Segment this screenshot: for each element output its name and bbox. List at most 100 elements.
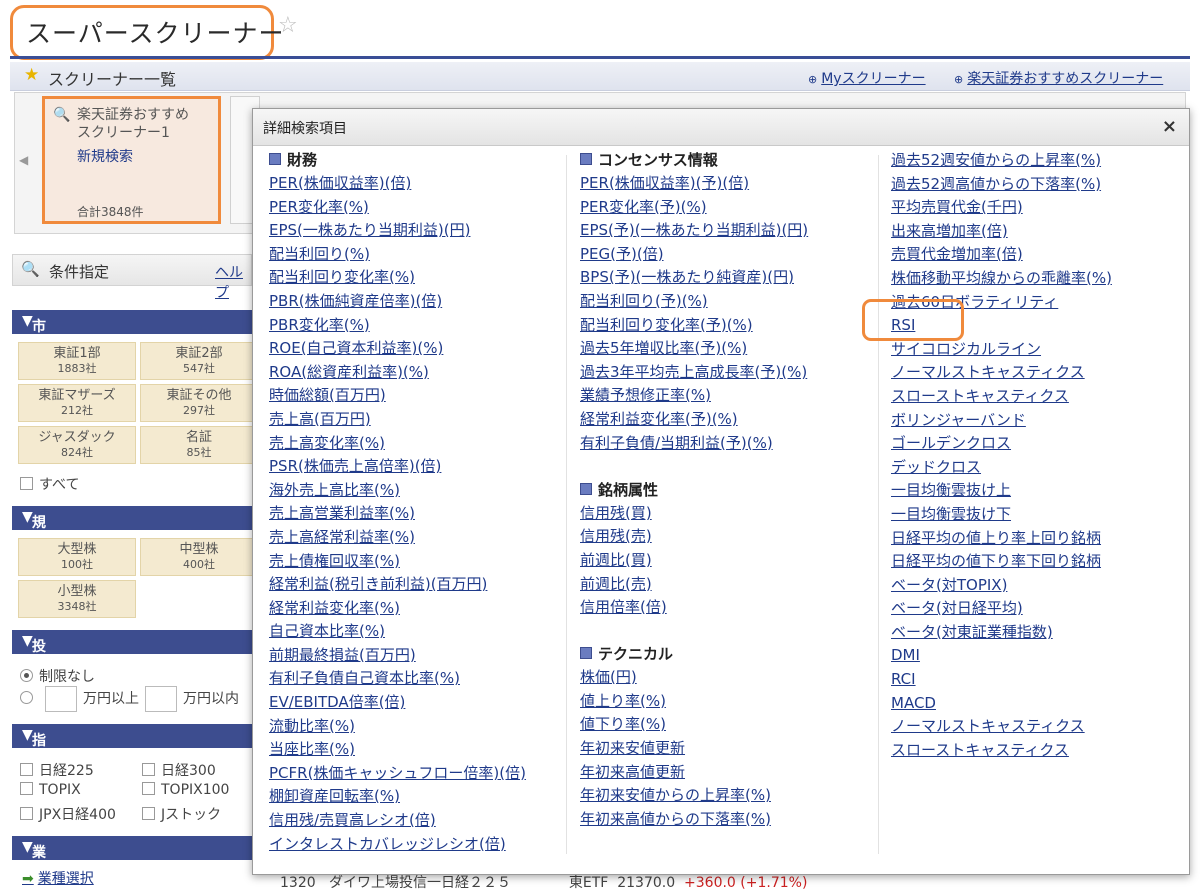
index-checkbox[interactable]: JPX日経400 bbox=[20, 804, 116, 824]
max-amount-input[interactable] bbox=[145, 686, 177, 712]
search-item-link[interactable]: 年初来高値更新 bbox=[580, 761, 870, 785]
checkbox[interactable] bbox=[142, 763, 155, 776]
scale-cell[interactable]: 大型株 100社 bbox=[18, 538, 136, 576]
search-item-link[interactable]: PSR(株価売上高倍率)(倍) bbox=[269, 455, 564, 479]
search-item-link[interactable]: PCFR(株価キャッシュフロー倍率)(倍) bbox=[269, 762, 564, 786]
search-item-link[interactable]: PER変化率(予)(%) bbox=[580, 196, 870, 220]
search-item-link[interactable]: デッドクロス bbox=[891, 456, 1181, 480]
search-item-link[interactable]: 売上高営業利益率(%) bbox=[269, 502, 564, 526]
search-item-link[interactable]: 一目均衡雲抜け上 bbox=[891, 479, 1181, 503]
my-screener-link[interactable]: ⊕ Myスクリーナー bbox=[808, 68, 926, 88]
search-item-link[interactable]: 売買代金増加率(倍) bbox=[891, 243, 1181, 267]
search-item-link[interactable]: ROA(総資産利益率)(%) bbox=[269, 361, 564, 385]
search-item-link[interactable]: DMI bbox=[891, 644, 1181, 668]
search-item-link[interactable]: 前週比(売) bbox=[580, 573, 870, 597]
search-item-link[interactable]: PBR変化率(%) bbox=[269, 314, 564, 338]
search-item-link[interactable]: 売上高経常利益率(%) bbox=[269, 526, 564, 550]
min-amount-input[interactable] bbox=[45, 686, 77, 712]
search-item-link[interactable]: 配当利回り変化率(%) bbox=[269, 266, 564, 290]
checkbox[interactable] bbox=[142, 782, 155, 795]
help-link[interactable]: ヘルプ bbox=[215, 262, 251, 302]
search-item-link[interactable]: 棚卸資産回転率(%) bbox=[269, 785, 564, 809]
search-item-link[interactable]: 前週比(買) bbox=[580, 549, 870, 573]
market-all-checkbox[interactable]: すべて bbox=[20, 474, 79, 494]
search-item-link[interactable]: 経常利益(税引き前利益)(百万円) bbox=[269, 573, 564, 597]
index-checkbox[interactable]: 日経300 bbox=[142, 760, 216, 780]
search-item-link[interactable]: 有利子負債/当期利益(予)(%) bbox=[580, 432, 870, 456]
search-item-link[interactable]: EV/EBITDA倍率(倍) bbox=[269, 691, 564, 715]
industry-section-header[interactable]: ▼ 業種 bbox=[12, 836, 252, 881]
market-cell[interactable]: 東証その他 297社 bbox=[140, 384, 258, 422]
search-item-link[interactable]: PBR(株価純資産倍率)(倍) bbox=[269, 290, 564, 314]
result-row[interactable]: 1320 ダイワ上場投信一日経２２５ 東ETF 21370.0 +360.0 (… bbox=[280, 872, 807, 892]
range-radio[interactable]: 万円以上 万円以内 bbox=[20, 686, 239, 712]
search-item-link[interactable]: スローストキャスティクス bbox=[891, 739, 1181, 763]
checkbox[interactable] bbox=[20, 763, 33, 776]
search-item-link[interactable]: 平均売買代金(千円) bbox=[891, 196, 1181, 220]
search-item-link[interactable]: 経常利益変化率(%) bbox=[269, 597, 564, 621]
market-cell[interactable]: ジャスダック 824社 bbox=[18, 426, 136, 464]
search-item-link[interactable]: 経常利益変化率(予)(%) bbox=[580, 408, 870, 432]
new-search-link[interactable]: 新規検索 bbox=[77, 146, 133, 166]
search-item-link[interactable]: 信用残/売買高レシオ(倍) bbox=[269, 809, 564, 833]
industry-select-link[interactable]: ➡ 業種選択 bbox=[22, 868, 94, 888]
search-item-link[interactable]: 出来高増加率(倍) bbox=[891, 220, 1181, 244]
search-item-link[interactable]: 信用残(売) bbox=[580, 525, 870, 549]
search-item-link[interactable]: 年初来安値更新 bbox=[580, 737, 870, 761]
search-item-link[interactable]: 売上高(百万円) bbox=[269, 408, 564, 432]
search-item-link[interactable]: 当座比率(%) bbox=[269, 738, 564, 762]
search-item-link[interactable]: PER(株価収益率)(予)(倍) bbox=[580, 172, 870, 196]
search-item-link[interactable]: 信用残(買) bbox=[580, 502, 870, 526]
no-limit-radio[interactable]: 制限なし bbox=[20, 666, 95, 686]
index-checkbox[interactable]: TOPIX100 bbox=[142, 782, 229, 798]
index-section-header[interactable]: ▼ 指数採用銘柄 bbox=[12, 724, 252, 849]
scale-cell[interactable]: 小型株 3348社 bbox=[18, 580, 136, 618]
search-item-link[interactable]: 値下り率(%) bbox=[580, 713, 870, 737]
market-cell[interactable]: 東証1部 1883社 bbox=[18, 342, 136, 380]
index-checkbox[interactable]: TOPIX bbox=[20, 782, 81, 798]
radio-button[interactable] bbox=[20, 691, 33, 704]
search-item-link[interactable]: MACD bbox=[891, 692, 1181, 716]
search-item-link[interactable]: ゴールデンクロス bbox=[891, 432, 1181, 456]
scale-cell[interactable]: 中型株 400社 bbox=[140, 538, 258, 576]
search-item-link[interactable]: 株価(円) bbox=[580, 666, 870, 690]
search-item-link[interactable]: 日経平均の値上り率上回り銘柄 bbox=[891, 527, 1181, 551]
search-item-link[interactable]: 有利子負債自己資本比率(%) bbox=[269, 667, 564, 691]
search-item-link[interactable]: 流動比率(%) bbox=[269, 715, 564, 739]
search-item-link[interactable]: スローストキャスティクス bbox=[891, 385, 1181, 409]
search-item-link[interactable]: 海外売上高比率(%) bbox=[269, 479, 564, 503]
favorite-star-icon[interactable]: ☆ bbox=[278, 13, 298, 38]
screener-card[interactable]: 🔍 楽天証券おすすめ スクリーナー1 新規検索 合計3848件 bbox=[42, 96, 221, 224]
stock-name[interactable]: ダイワ上場投信一日経２２５ bbox=[329, 875, 511, 891]
industry-select-label[interactable]: 業種選択 bbox=[38, 871, 94, 887]
search-item-link[interactable]: インタレストカバレッジレシオ(倍) bbox=[269, 833, 564, 857]
my-screener-link-text[interactable]: Myスクリーナー bbox=[821, 71, 925, 87]
scale-section-header[interactable]: ▼ 規模 bbox=[12, 506, 252, 551]
search-item-link[interactable]: 年初来高値からの下落率(%) bbox=[580, 808, 870, 832]
search-item-link[interactable]: RCI bbox=[891, 668, 1181, 692]
search-item-link[interactable]: EPS(一株あたり当期利益)(円) bbox=[269, 219, 564, 243]
search-item-link[interactable]: 売上高変化率(%) bbox=[269, 432, 564, 456]
market-section-header[interactable]: ▼ 市場 bbox=[12, 310, 252, 355]
search-item-link[interactable]: 前期最終損益(百万円) bbox=[269, 644, 564, 668]
market-cell[interactable]: 東証マザーズ 212社 bbox=[18, 384, 136, 422]
search-item-link[interactable]: 株価移動平均線からの乖離率(%) bbox=[891, 267, 1181, 291]
radio-button[interactable] bbox=[20, 669, 33, 682]
search-item-link[interactable]: 自己資本比率(%) bbox=[269, 620, 564, 644]
search-item-link[interactable]: EPS(予)(一株あたり当期利益)(円) bbox=[580, 219, 870, 243]
search-item-link[interactable]: ベータ(対TOPIX) bbox=[891, 574, 1181, 598]
search-item-link[interactable]: ベータ(対東証業種指数) bbox=[891, 621, 1181, 645]
search-item-link[interactable]: 配当利回り変化率(予)(%) bbox=[580, 314, 870, 338]
search-item-link[interactable]: ROE(自己資本利益率)(%) bbox=[269, 337, 564, 361]
search-item-link[interactable]: ノーマルストキャスティクス bbox=[891, 361, 1181, 385]
checkbox[interactable] bbox=[20, 782, 33, 795]
close-icon[interactable]: × bbox=[1162, 116, 1177, 137]
recommend-screener-link[interactable]: ⊕ 楽天証券おすすめスクリーナー bbox=[954, 68, 1163, 88]
search-item-link[interactable]: 時価総額(百万円) bbox=[269, 384, 564, 408]
market-cell[interactable]: 東証2部 547社 bbox=[140, 342, 258, 380]
search-item-link[interactable]: 一目均衡雲抜け下 bbox=[891, 503, 1181, 527]
search-item-link[interactable]: PEG(予)(倍) bbox=[580, 243, 870, 267]
search-item-link[interactable]: 過去52週高値からの下落率(%) bbox=[891, 173, 1181, 197]
search-item-link[interactable]: 日経平均の値下り率下回り銘柄 bbox=[891, 550, 1181, 574]
index-checkbox[interactable]: Jストック bbox=[142, 804, 221, 824]
